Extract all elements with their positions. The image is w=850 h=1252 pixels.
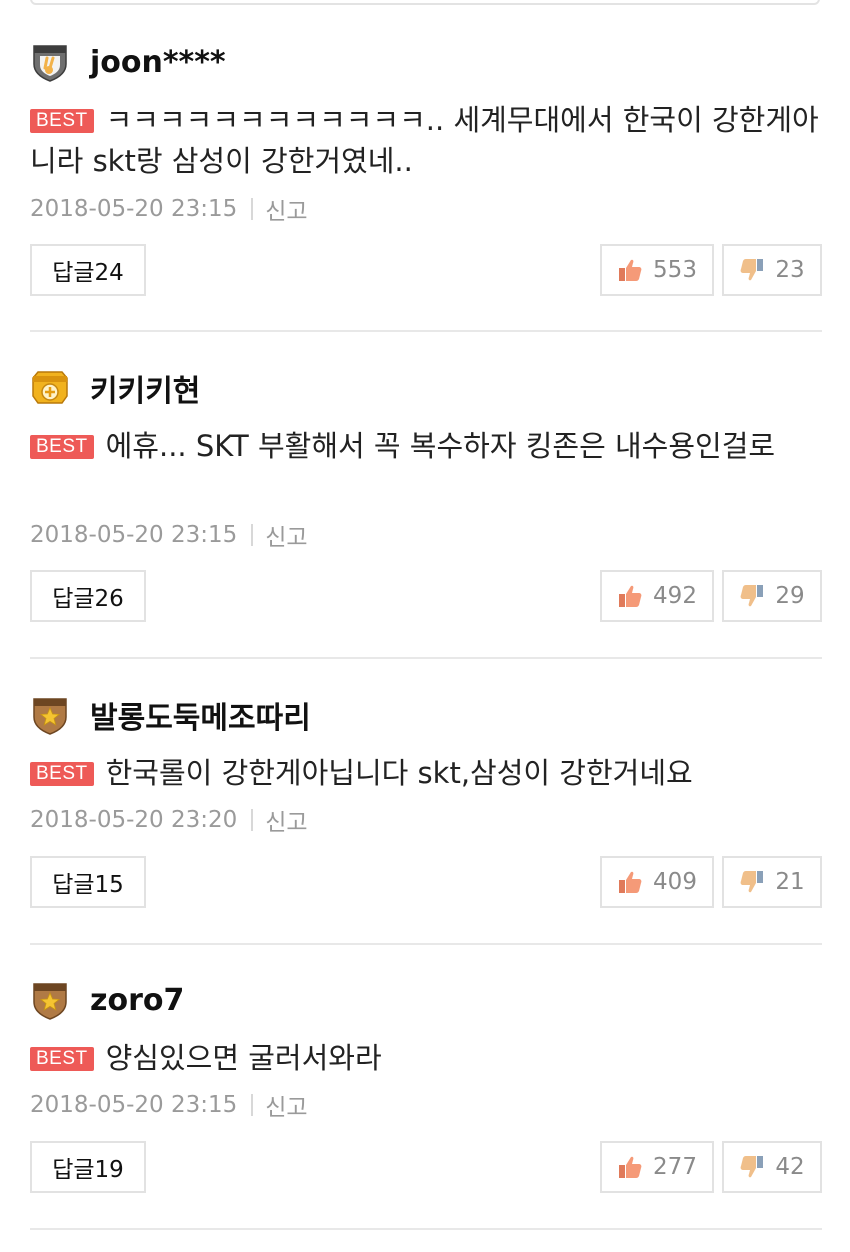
comment-date: 2018-05-20 23:15 <box>30 196 238 222</box>
like-count: 409 <box>653 869 697 895</box>
comment-header: 키키키현 <box>30 366 200 410</box>
username[interactable]: joon**** <box>90 45 226 80</box>
comment-divider <box>30 657 822 659</box>
meta-divider <box>251 1094 254 1116</box>
comment-text: 양심있으면 굴러서와라 <box>105 1041 382 1075</box>
senior-badge-icon <box>33 698 67 735</box>
reply-button[interactable]: 답글24 <box>30 244 146 296</box>
comment-list-page: joon**** BEST ㅋㅋㅋㅋㅋㅋㅋㅋㅋㅋㅋㅋ.. 세계무대에서 한국이 강… <box>0 0 850 1252</box>
best-badge: BEST <box>30 435 94 459</box>
meta-divider <box>251 198 254 220</box>
thumbs-down-icon <box>740 259 764 281</box>
comment-body: BEST 한국롤이 강한게아닙니다 skt,삼성이 강한거네요 <box>30 753 822 794</box>
comment-divider <box>30 1228 822 1230</box>
thumbs-down-icon <box>740 585 764 607</box>
master-badge-icon <box>32 371 68 404</box>
best-badge: BEST <box>30 762 94 786</box>
thumbs-up-icon <box>619 1156 642 1178</box>
dislike-button[interactable]: 42 <box>722 1141 822 1193</box>
like-count: 492 <box>653 583 697 609</box>
like-button[interactable]: 553 <box>600 244 714 296</box>
reply-button[interactable]: 답글26 <box>30 570 146 622</box>
comment-date: 2018-05-20 23:15 <box>30 522 238 548</box>
comment-divider <box>30 943 822 945</box>
comment-header: joon**** <box>30 40 226 84</box>
like-button[interactable]: 492 <box>600 570 714 622</box>
dislike-button[interactable]: 23 <box>722 244 822 296</box>
username[interactable]: zoro7 <box>90 983 184 1018</box>
thumbs-up-icon <box>619 871 642 893</box>
comment-actions: 답글26 492 29 <box>30 570 822 622</box>
like-button[interactable]: 409 <box>600 856 714 908</box>
thumbs-up-icon <box>619 585 642 607</box>
like-count: 553 <box>653 257 697 283</box>
best-badge: BEST <box>30 109 94 133</box>
best-badge: BEST <box>30 1047 94 1071</box>
like-button[interactable]: 277 <box>600 1141 714 1193</box>
senior-badge-icon <box>33 983 67 1020</box>
comment-text: 한국롤이 강한게아닙니다 skt,삼성이 강한거네요 <box>105 756 693 790</box>
dislike-count: 42 <box>775 1154 805 1180</box>
rookie-badge-icon <box>33 45 67 82</box>
report-link[interactable]: 신고 <box>265 1088 307 1122</box>
meta-divider <box>251 524 254 546</box>
comment-text: 에휴... SKT 부활해서 꼭 복수하자 킹존은 내수용인걸로 <box>105 429 776 463</box>
like-count: 277 <box>653 1154 697 1180</box>
comment-meta: 2018-05-20 23:15 신고 <box>30 1088 308 1122</box>
dislike-button[interactable]: 21 <box>722 856 822 908</box>
comment-divider <box>30 330 822 332</box>
comment-body: BEST ㅋㅋㅋㅋㅋㅋㅋㅋㅋㅋㅋㅋ.. 세계무대에서 한국이 강한게아니라 skt… <box>30 100 822 182</box>
report-link[interactable]: 신고 <box>265 518 307 552</box>
reply-button[interactable]: 답글15 <box>30 856 146 908</box>
reply-button[interactable]: 답글19 <box>30 1141 146 1193</box>
dislike-count: 21 <box>775 869 805 895</box>
dislike-count: 29 <box>775 583 805 609</box>
report-link[interactable]: 신고 <box>265 192 307 226</box>
comment-body: BEST 양심있으면 굴러서와라 <box>30 1038 822 1079</box>
username[interactable]: 키키키현 <box>90 366 200 410</box>
comment-meta: 2018-05-20 23:20 신고 <box>30 803 308 837</box>
dislike-count: 23 <box>775 257 805 283</box>
username[interactable]: 발롱도둑메조따리 <box>90 693 311 737</box>
comment-meta: 2018-05-20 23:15 신고 <box>30 192 308 226</box>
comment-text: ㅋㅋㅋㅋㅋㅋㅋㅋㅋㅋㅋㅋ.. 세계무대에서 한국이 강한게아니라 skt랑 삼성… <box>30 103 819 178</box>
previous-box-edge <box>30 0 820 5</box>
comment-body: BEST 에휴... SKT 부활해서 꼭 복수하자 킹존은 내수용인걸로 <box>30 426 822 467</box>
comment-date: 2018-05-20 23:20 <box>30 807 238 833</box>
report-link[interactable]: 신고 <box>265 803 307 837</box>
thumbs-down-icon <box>740 1156 764 1178</box>
comment-actions: 답글15 409 21 <box>30 856 822 908</box>
comment-header: 발롱도둑메조따리 <box>30 693 311 737</box>
thumbs-up-icon <box>619 259 642 281</box>
dislike-button[interactable]: 29 <box>722 570 822 622</box>
comment-header: zoro7 <box>30 978 184 1022</box>
comment-date: 2018-05-20 23:15 <box>30 1092 238 1118</box>
thumbs-down-icon <box>740 871 764 893</box>
comment-actions: 답글19 277 42 <box>30 1141 822 1193</box>
comment-meta: 2018-05-20 23:15 신고 <box>30 518 308 552</box>
comment-actions: 답글24 553 23 <box>30 244 822 296</box>
meta-divider <box>251 809 254 831</box>
